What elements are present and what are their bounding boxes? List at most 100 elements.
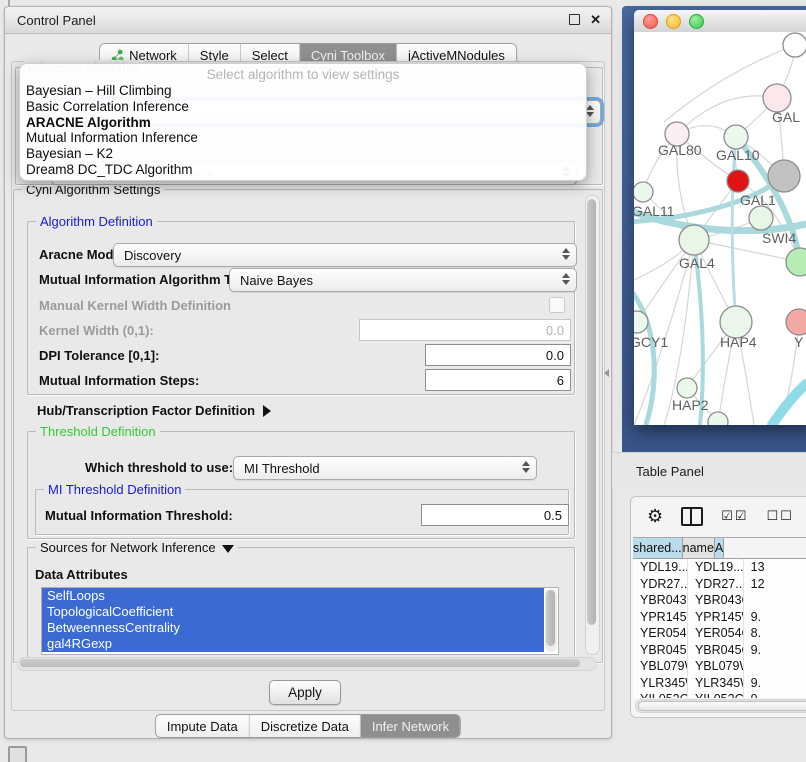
hub-definition-toggle[interactable]: Hub/Transcription Factor Definition [37, 403, 271, 418]
cell-name: YLR345W [688, 675, 744, 692]
network-edge[interactable] [634, 287, 654, 425]
tab[interactable]: Discretize Data [250, 715, 361, 737]
data-attributes-label: Data Attributes [35, 567, 128, 582]
threshold-definition-title: Threshold Definition [36, 424, 160, 439]
settings-hscrollbar-track[interactable] [17, 657, 597, 671]
cell-name: YIL052C [688, 691, 744, 698]
float-window-icon[interactable] [569, 14, 580, 25]
attributes-scrollbar-thumb[interactable] [546, 590, 555, 646]
table-row[interactable]: YDR27... YDR27... 12 [633, 576, 806, 593]
mi-threshold-value: 0.5 [544, 508, 562, 523]
tab[interactable]: Impute Data [156, 715, 250, 737]
gear-icon[interactable]: ⚙ [647, 506, 663, 527]
kernel-width-field[interactable]: 0.0 [359, 319, 571, 341]
tab-label: Impute Data [167, 719, 238, 734]
node-gal-pink[interactable] [763, 84, 791, 112]
tab[interactable]: Infer Network [361, 715, 460, 737]
close-traffic-light[interactable] [643, 14, 658, 29]
expand-right-icon [263, 405, 271, 417]
cell-shared-name: YDR27... [633, 576, 688, 593]
column-header-label: shared... [633, 541, 682, 555]
attribute-item-selected[interactable]: gal4RGexp [42, 636, 544, 652]
node-hap2[interactable] [677, 378, 697, 398]
table-row[interactable]: YER054C YER054C 8. [633, 625, 806, 642]
cell-name: YBL079W [688, 658, 744, 675]
cell-shared-name: YIL052C [633, 691, 688, 698]
table-row[interactable]: YBR045C YBR045C 9. [633, 642, 806, 659]
combo-stepper-icon [562, 273, 570, 285]
network-node-label: GAL80 [658, 142, 702, 158]
which-threshold-combo[interactable]: MI Threshold [233, 456, 537, 480]
algorithm-option[interactable]: ARACNE Algorithm [26, 115, 580, 131]
algorithm-definition-title: Algorithm Definition [36, 214, 157, 229]
aracne-mode-combo[interactable]: Discovery [113, 243, 577, 267]
node-gray[interactable] [768, 160, 800, 192]
collapse-down-icon [222, 545, 234, 553]
node-bright-green[interactable] [786, 248, 806, 276]
column-header[interactable]: shared... [633, 538, 683, 558]
splitter-collapse-icon[interactable] [604, 369, 609, 377]
mi-steps-field[interactable]: 6 [425, 369, 571, 391]
node-gal10[interactable] [724, 125, 748, 149]
column-header[interactable]: name [683, 538, 715, 558]
algorithm-dropdown-popup: Select algorithm to view settings Bayesi… [19, 63, 587, 181]
column-header[interactable]: A [715, 538, 724, 558]
columns-icon[interactable] [681, 507, 703, 526]
attribute-item-selected[interactable]: SelfLoops [42, 588, 544, 604]
attribute-item-selected[interactable]: TopologicalCoefficient [42, 604, 544, 620]
sources-group-title[interactable]: Sources for Network Inference [36, 540, 238, 555]
algorithm-option[interactable]: Basic Correlation Inference [26, 99, 580, 115]
table-row[interactable]: YBR043C YBR043C [633, 592, 806, 609]
node-unlabeled-top[interactable] [783, 33, 806, 57]
table-panel-title: Table Panel [636, 464, 704, 479]
select-all-checkboxes-icon[interactable]: ☑☑ [721, 509, 748, 524]
algorithm-option[interactable]: Dream8 DC_TDC Algorithm [26, 162, 580, 178]
node-gal4[interactable] [679, 225, 709, 255]
algorithm-option[interactable]: Bayesian – Hill Climbing [26, 83, 580, 99]
cell-value: 8. [744, 625, 806, 642]
table-row[interactable]: YBL079W YBL079W [633, 658, 806, 675]
table-hscrollbar-thumb[interactable] [638, 701, 806, 711]
mi-steps-value: 6 [557, 373, 564, 388]
algorithm-option[interactable]: Mutual Information Inference [26, 130, 580, 146]
table-row[interactable]: YLR345W YLR345W 9. [633, 675, 806, 692]
combo-stepper-icon [562, 248, 570, 260]
node-gal11[interactable] [634, 182, 653, 202]
deselect-all-checkboxes-icon[interactable]: ☐☐ [766, 509, 793, 524]
table-row[interactable]: YPR145W YPR145W 9. [633, 609, 806, 626]
node-gal1[interactable] [749, 206, 773, 230]
table-row[interactable]: YDL19... YDL19... 13 [633, 559, 806, 576]
table-panel-card: ⚙ ☑☑ ☐☐ shared... name A [630, 496, 806, 718]
close-icon[interactable]: ✕ [590, 13, 601, 26]
sources-title-text: Sources for Network Inference [40, 540, 216, 555]
attribute-item-selected[interactable]: BetweennessCentrality [42, 620, 544, 636]
algorithm-options-list: Bayesian – Hill Climbing Basic Correlati… [26, 83, 580, 178]
mi-type-combo[interactable]: Naive Bayes [229, 268, 577, 292]
table-hscrollbar-track[interactable] [635, 699, 806, 713]
mi-threshold-field[interactable]: 0.5 [421, 504, 569, 526]
tab-label: Infer Network [372, 719, 449, 734]
settings-scrollbar-track[interactable] [585, 195, 600, 655]
apply-button-label: Apply [288, 685, 322, 700]
node-table: shared... name A YDL19... YDL19... [633, 537, 806, 698]
minimize-traffic-light[interactable] [666, 14, 681, 29]
cell-value: 12 [744, 576, 806, 593]
data-attributes-list: SelfLoops TopologicalCoefficient Between… [41, 587, 559, 655]
apply-button[interactable]: Apply [269, 680, 341, 705]
manual-kernel-checkbox[interactable] [549, 297, 565, 313]
network-node-label: GAL1 [740, 192, 776, 208]
algorithm-option[interactable]: Bayesian – K2 [26, 146, 580, 162]
attributes-scrollbar-track[interactable] [545, 589, 557, 652]
minimized-panel-icon[interactable] [8, 746, 27, 762]
node-salmon[interactable] [786, 309, 806, 335]
node-red[interactable] [727, 170, 749, 192]
tab-label: Discretize Data [261, 719, 349, 734]
table-row[interactable]: YIL052C YIL052C 9. [633, 691, 806, 698]
settings-hscrollbar-thumb[interactable] [20, 659, 580, 667]
network-view-canvas[interactable]: GALGAL80GAL10GAL1GAL11SWI4GAL4GCY1HAP4YH… [634, 32, 806, 425]
table-panel-header: Table Panel [612, 452, 806, 489]
dpi-tolerance-field[interactable]: 0.0 [425, 344, 571, 366]
settings-scrollbar-thumb[interactable] [587, 199, 596, 625]
zoom-traffic-light[interactable] [689, 14, 704, 29]
column-header-label: A [715, 541, 723, 555]
